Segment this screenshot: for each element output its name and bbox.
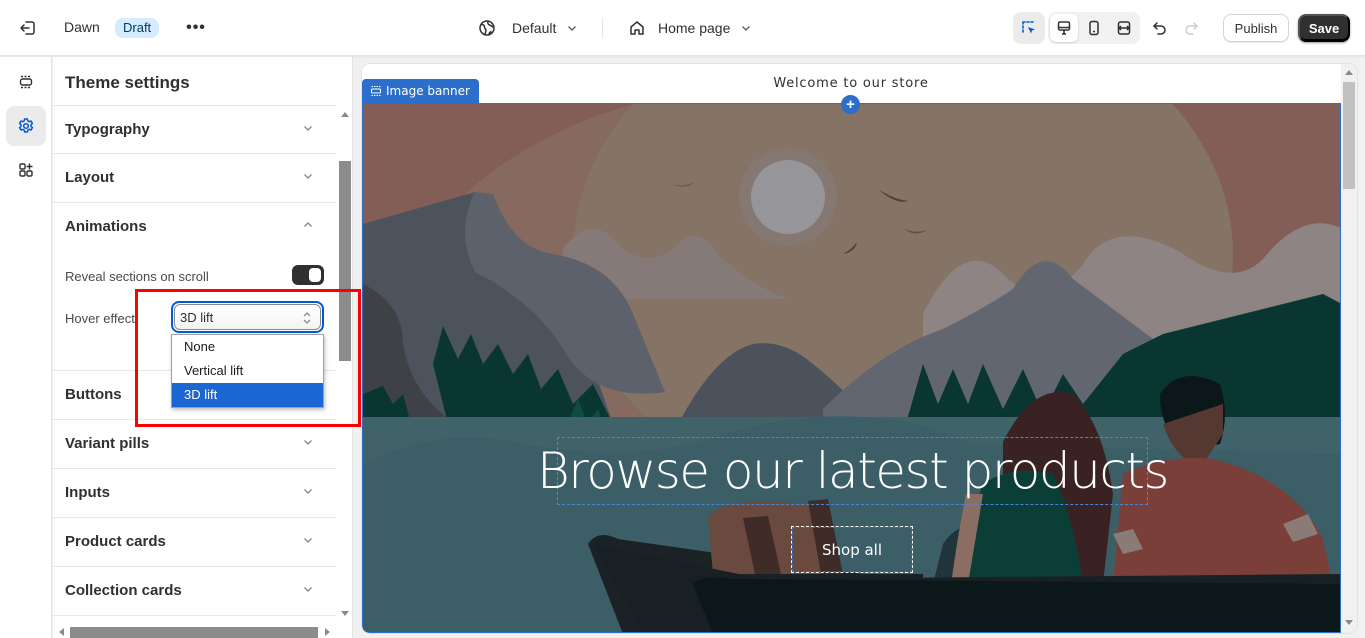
status-badge: Draft bbox=[115, 18, 160, 38]
chevron-up-icon bbox=[304, 222, 312, 227]
left-rail bbox=[0, 57, 52, 638]
chevron-down-icon bbox=[742, 26, 751, 31]
accordion-label: Animations bbox=[65, 217, 147, 235]
panel-title: Theme settings bbox=[65, 73, 190, 92]
top-bar: Dawn Draft ••• Default Home page Publish… bbox=[0, 0, 1365, 56]
accordion-inputs[interactable]: Inputs bbox=[53, 468, 336, 517]
chevron-down-icon bbox=[304, 489, 312, 494]
accordion-label: Typography bbox=[65, 120, 150, 138]
chevron-down-icon bbox=[304, 440, 312, 445]
hover-effect-options: None Vertical lift 3D lift bbox=[171, 334, 324, 408]
rail-item-apps[interactable] bbox=[6, 150, 46, 190]
reveal-sections-label: Reveal sections on scroll bbox=[65, 269, 209, 284]
home-icon bbox=[630, 21, 644, 35]
full-width-icon bbox=[1117, 21, 1131, 35]
accordion-layout[interactable]: Layout bbox=[53, 153, 336, 202]
more-actions-button[interactable]: ••• bbox=[182, 14, 210, 42]
hover-effect-label: Hover effect bbox=[65, 311, 135, 326]
undo-button[interactable] bbox=[1146, 14, 1174, 42]
full-width-button[interactable] bbox=[1110, 14, 1138, 42]
chevron-down-icon bbox=[568, 26, 577, 31]
image-banner[interactable]: Browse our latest products Shop all bbox=[362, 103, 1341, 633]
page-selector-label: Home page bbox=[658, 20, 731, 36]
device-toggle bbox=[1048, 12, 1140, 44]
scroll-right-arrow[interactable] bbox=[325, 628, 330, 636]
accordion-label: Buttons bbox=[65, 386, 122, 403]
accordion-label: Variant pills bbox=[65, 435, 150, 452]
shop-all-button[interactable]: Shop all bbox=[791, 526, 913, 573]
add-apps-icon bbox=[19, 163, 33, 177]
scroll-left-arrow[interactable] bbox=[59, 628, 64, 636]
mobile-icon bbox=[1089, 20, 1099, 36]
exit-button[interactable] bbox=[14, 14, 42, 42]
scrollbar-thumb[interactable] bbox=[1343, 82, 1355, 189]
page-selector[interactable]: Home page bbox=[628, 14, 752, 42]
chevron-down-icon bbox=[304, 174, 312, 179]
add-section-button[interactable]: + bbox=[841, 95, 860, 114]
theme-selector-label: Default bbox=[512, 20, 557, 36]
publish-button[interactable]: Publish bbox=[1223, 14, 1289, 42]
preview-scrollbar[interactable] bbox=[1341, 64, 1357, 633]
chevron-down-icon bbox=[304, 587, 312, 592]
accordion-label: Layout bbox=[65, 169, 115, 186]
reveal-sections-toggle[interactable] bbox=[292, 265, 324, 285]
section-label: Image banner bbox=[386, 84, 470, 98]
option-vertical-lift[interactable]: Vertical lift bbox=[172, 359, 323, 383]
scrollbar-thumb[interactable] bbox=[70, 627, 318, 638]
section-icon bbox=[371, 86, 381, 96]
sections-icon bbox=[19, 75, 33, 89]
undo-icon bbox=[1153, 22, 1166, 35]
accordion-label: Inputs bbox=[65, 484, 110, 501]
more-icon: ••• bbox=[186, 19, 206, 36]
section-label-tab[interactable]: Image banner bbox=[362, 79, 479, 103]
option-3d-lift[interactable]: 3D lift bbox=[172, 383, 323, 407]
gear-icon bbox=[18, 118, 34, 133]
inspector-button[interactable] bbox=[1015, 14, 1043, 42]
accordion-typography[interactable]: Typography bbox=[53, 105, 336, 153]
scroll-up-arrow[interactable] bbox=[1345, 70, 1353, 75]
select-inspector-icon bbox=[1022, 21, 1035, 34]
banner-heading[interactable]: Browse our latest products bbox=[537, 437, 1169, 505]
select-value-box: 3D lift bbox=[174, 304, 321, 330]
inspector-toggle[interactable] bbox=[1013, 12, 1045, 44]
rail-item-theme-settings[interactable] bbox=[6, 106, 46, 146]
desktop-icon bbox=[1057, 21, 1071, 35]
divider bbox=[602, 18, 603, 38]
globe-icon bbox=[479, 20, 495, 36]
sidebar-horizontal-scrollbar[interactable] bbox=[53, 624, 336, 638]
rail-item-sections[interactable] bbox=[6, 62, 46, 102]
chevron-down-icon bbox=[304, 538, 312, 543]
select-arrows-icon bbox=[303, 312, 311, 324]
accordion-label: Collection cards bbox=[65, 582, 182, 599]
redo-icon bbox=[1185, 22, 1198, 35]
select-value: 3D lift bbox=[180, 309, 214, 325]
scroll-down-arrow[interactable] bbox=[1345, 620, 1353, 625]
divider bbox=[53, 615, 336, 616]
mobile-view-button[interactable] bbox=[1080, 14, 1108, 42]
chevron-down-icon bbox=[304, 126, 312, 131]
save-button[interactable]: Save bbox=[1298, 14, 1350, 42]
accordion-variant-pills[interactable]: Variant pills bbox=[53, 419, 336, 468]
accordion-animations[interactable]: Animations bbox=[53, 202, 336, 250]
scroll-up-arrow[interactable] bbox=[341, 112, 349, 117]
scroll-down-arrow[interactable] bbox=[341, 611, 349, 616]
accordion-collection-cards[interactable]: Collection cards bbox=[53, 566, 336, 615]
accordion-label: Product cards bbox=[65, 533, 166, 550]
desktop-view-button[interactable] bbox=[1050, 14, 1078, 42]
sidebar-vertical-scrollbar[interactable] bbox=[336, 105, 352, 625]
scrollbar-thumb[interactable] bbox=[339, 161, 351, 361]
theme-name: Dawn bbox=[64, 19, 100, 35]
store-preview: Welcome to our store Image banner + Brow… bbox=[362, 64, 1357, 633]
redo-button[interactable] bbox=[1177, 14, 1205, 42]
hover-effect-select[interactable]: 3D lift bbox=[171, 301, 324, 333]
accordion-product-cards[interactable]: Product cards bbox=[53, 517, 336, 566]
exit-icon bbox=[20, 21, 35, 35]
theme-selector[interactable]: Default bbox=[478, 14, 578, 42]
option-none[interactable]: None bbox=[172, 335, 323, 359]
